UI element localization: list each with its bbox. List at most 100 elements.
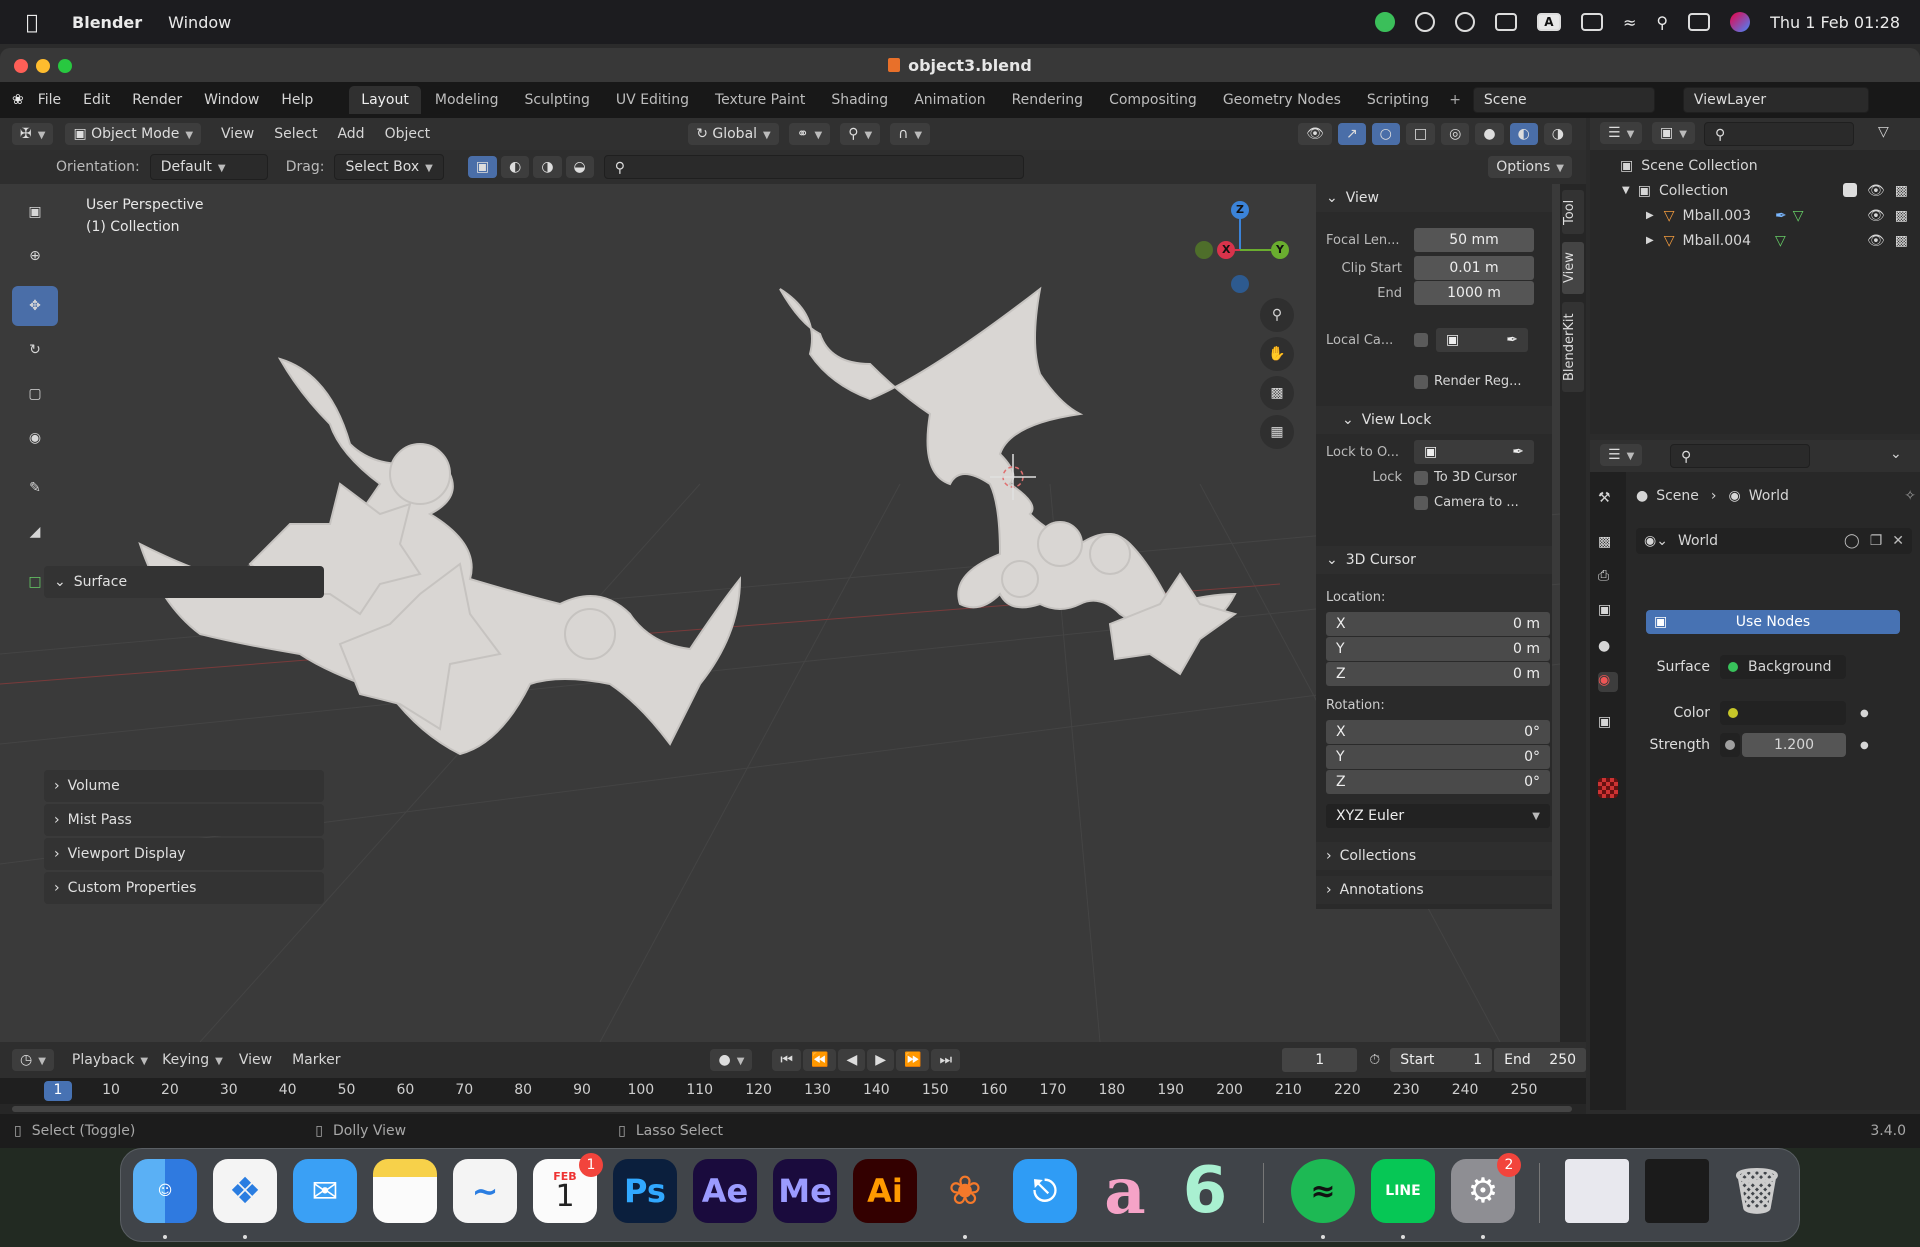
calendar-icon[interactable]: FEB 1 1 [533, 1153, 603, 1223]
auto-keying-button[interactable]: ● ▼ [710, 1049, 753, 1071]
rotate-tool-button[interactable]: ↻ [12, 330, 58, 370]
overlay-toggle-icon[interactable]: ○ [1371, 123, 1400, 145]
menu-edit[interactable]: Edit [83, 92, 110, 108]
strength-field[interactable]: 1.200 [1742, 733, 1846, 757]
local-camera-checkbox[interactable] [1414, 333, 1428, 347]
control-center-icon[interactable] [1688, 13, 1711, 31]
tab-blenderkit[interactable]: BlenderKit [1562, 302, 1584, 392]
collections-header[interactable]: › Collections [1316, 842, 1552, 870]
render-region-checkbox[interactable] [1414, 374, 1428, 389]
unlink-icon[interactable]: ✕ [1892, 533, 1904, 549]
outliner-filter-icon[interactable]: ▽ [1878, 124, 1889, 140]
surface-shader-field[interactable]: Background [1720, 655, 1846, 679]
tab-rendering[interactable]: Rendering [1000, 86, 1096, 114]
outliner-editor-type-icon[interactable]: ☰ ▼ [1600, 122, 1643, 144]
camera-view-icon[interactable]: ▩ [1260, 376, 1294, 410]
proportional-icon[interactable]: ∩ ▼ [890, 123, 931, 145]
menu-render[interactable]: Render [132, 92, 182, 108]
cursor-rotation-x[interactable]: X 0° [1326, 720, 1550, 744]
finder-icon[interactable]: ☺ [133, 1159, 197, 1223]
mode-dropdown[interactable]: ▣ Object Mode ▼ [65, 123, 202, 145]
scale-tool-button[interactable]: ▢ [12, 374, 58, 414]
metaball-object-left[interactable] [138, 357, 742, 756]
menu-add[interactable]: Add [337, 126, 364, 142]
safari-icon[interactable]: ❖ [213, 1159, 277, 1223]
timeline-ruler[interactable]: 1 10 20 30 40 50 60 70 80 90 100 110 120 130 140 150 160… [0, 1078, 1586, 1104]
lock-to-cursor-checkbox[interactable] [1414, 470, 1428, 485]
wireframe-shading-icon[interactable]: ◎ [1441, 123, 1470, 145]
transform-tool-button[interactable]: ◉ [12, 418, 58, 458]
tab-animation[interactable]: Animation [902, 86, 997, 114]
line-icon[interactable]: LINE [1371, 1159, 1435, 1223]
cursor-tool-button[interactable]: ⊕ [12, 236, 58, 276]
lock-to-object-field[interactable]: ▣ ✒ [1414, 440, 1534, 464]
tab-view[interactable]: View [1562, 242, 1584, 294]
properties-search-input[interactable]: ⚲ [1670, 444, 1810, 468]
mball003-render-icon[interactable]: ▩ [1895, 208, 1908, 224]
next-keyframe-button[interactable]: ⏩ [896, 1049, 930, 1071]
orientation-dropdown[interactable]: Default ▼ [149, 154, 268, 180]
outliner-scene-collection[interactable]: ▣ Scene Collection [1590, 153, 1920, 178]
strength-keyframe-dot[interactable]: ● [1860, 740, 1869, 751]
mist-pass-panel-header[interactable]: › Mist Pass [44, 804, 324, 836]
prev-keyframe-button[interactable]: ⏪ [803, 1049, 837, 1071]
wifi-icon[interactable]: ≈ [1623, 13, 1636, 32]
lock-camera-checkbox[interactable] [1414, 495, 1428, 510]
photoshop-icon[interactable]: Ps [613, 1159, 677, 1223]
rotation-mode-dropdown[interactable]: XYZ Euler ▼ [1326, 804, 1550, 828]
blender-dock-icon[interactable]: ❀ [933, 1159, 997, 1223]
timeline-scrollbar[interactable] [12, 1106, 1572, 1112]
clip-start-field[interactable]: 0.01 m [1414, 256, 1534, 280]
jump-start-button[interactable]: ⏮ [772, 1049, 801, 1071]
view-lock-header[interactable]: ⌄ View Lock [1316, 406, 1552, 434]
collection-include-checkbox[interactable] [1842, 182, 1857, 197]
annotate-tool-button[interactable]: ✎ [12, 468, 58, 508]
volume-panel-header[interactable]: › Volume [44, 770, 324, 802]
pin-icon[interactable]: ✧ [1904, 488, 1916, 504]
annotations-header[interactable]: › Annotations [1316, 876, 1552, 904]
line-status-icon[interactable] [1374, 12, 1395, 32]
tab-modeling[interactable]: Modeling [423, 86, 511, 114]
properties-options-icon[interactable]: ⌄ [1890, 446, 1902, 462]
menu-select[interactable]: Select [274, 126, 317, 142]
trash-icon[interactable]: 🗑 [1725, 1159, 1789, 1223]
editor-type-button[interactable]: ✠ ▼ [12, 123, 54, 145]
system-settings-icon[interactable]: ⚙ 2 [1451, 1153, 1521, 1223]
window-icon[interactable] [1494, 13, 1517, 31]
outliner-item-mball003[interactable]: ▶ ▽ Mball.003 ✒ ▽ 👁 ▩ [1590, 203, 1920, 228]
select-mode-subtract-icon[interactable]: ◑ [533, 156, 562, 178]
cursor-rotation-y[interactable]: Y 0° [1326, 745, 1550, 769]
illustrator-icon[interactable]: Ai [853, 1159, 917, 1223]
scene-selector[interactable]: Scene [1472, 87, 1655, 113]
rendered-shading-icon[interactable]: ◑ [1543, 123, 1572, 145]
app-menu[interactable]: Blender [72, 13, 142, 32]
tab-compositing[interactable]: Compositing [1097, 86, 1209, 114]
material-shading-icon[interactable]: ◐ [1509, 123, 1538, 145]
tab-sculpting[interactable]: Sculpting [513, 86, 602, 114]
3d-cursor-header[interactable]: ⌄ 3D Cursor [1316, 546, 1552, 574]
recent-document-thumbnail[interactable] [1565, 1159, 1629, 1223]
menu-file[interactable]: File [38, 92, 61, 108]
collection-visibility-icon[interactable]: 👁 [1867, 183, 1885, 199]
snap-icon[interactable]: ⚲ ▼ [840, 123, 881, 145]
battery-icon[interactable] [1580, 13, 1603, 31]
apple-icon[interactable]:  [26, 10, 38, 34]
tab-shading[interactable]: Shading [819, 86, 900, 114]
menu-object[interactable]: Object [385, 126, 431, 142]
collection-expand-icon[interactable]: ▼ [1622, 185, 1630, 196]
solid-shading-icon[interactable]: ● [1475, 123, 1504, 145]
menu-window[interactable]: Window [204, 92, 259, 108]
measure-tool-button[interactable]: ◢ [12, 512, 58, 552]
metaball-object-right[interactable] [779, 286, 1238, 676]
view-section-header[interactable]: ⌄ View [1316, 184, 1552, 212]
minimize-window-button[interactable] [36, 59, 50, 73]
world-datablock-field[interactable]: ◉⌄ World ◯ ❐ ✕ [1636, 528, 1912, 554]
media-encoder-icon[interactable]: Me [773, 1159, 837, 1223]
freeform-icon[interactable]: ∼ [453, 1159, 517, 1223]
cursor-location-x[interactable]: X 0 m [1326, 612, 1550, 636]
viewport-display-panel-header[interactable]: › Viewport Display [44, 838, 324, 870]
start-frame-field[interactable]: Start 1 [1390, 1048, 1493, 1072]
play-reverse-button[interactable]: ◀ [838, 1049, 866, 1071]
outliner-display-mode-icon[interactable]: ▣ ▼ [1652, 122, 1695, 144]
output-properties-tab-icon[interactable]: ⎙ [1598, 568, 1618, 588]
